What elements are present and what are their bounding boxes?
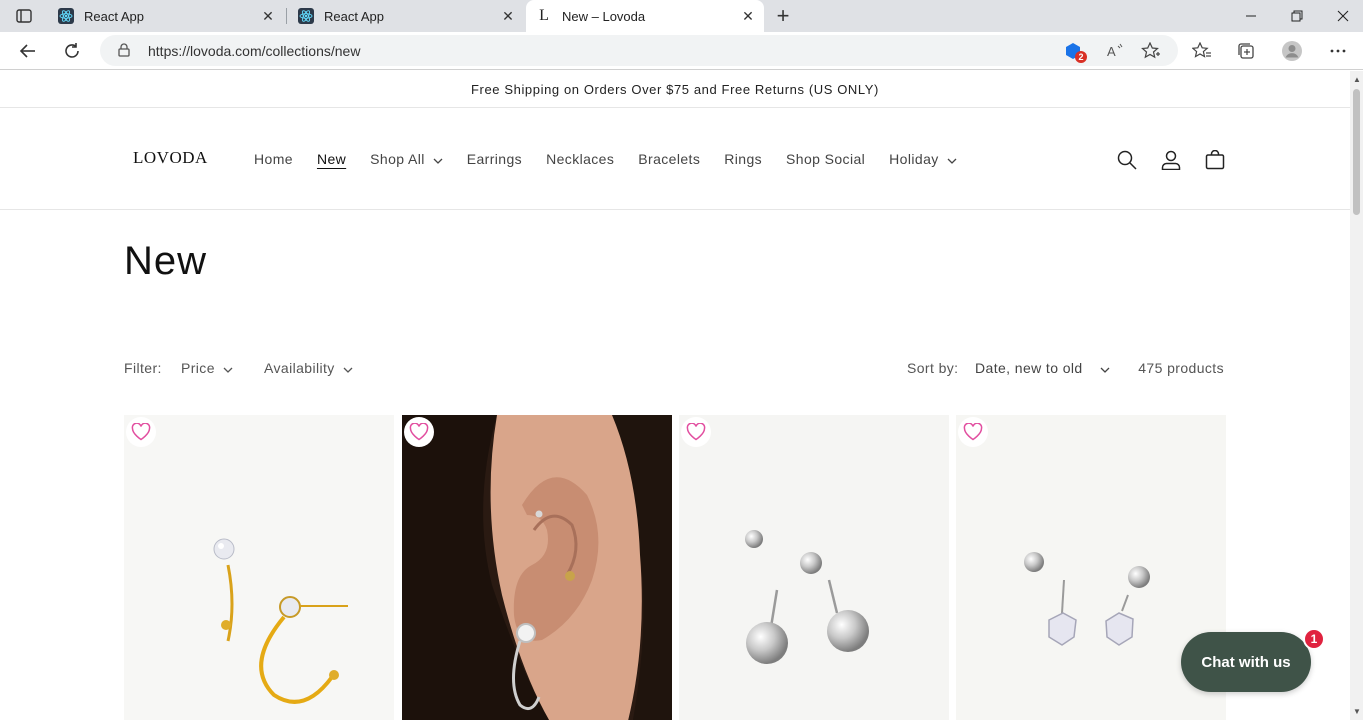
chevron-down-icon: [343, 360, 353, 376]
extension-icon[interactable]: 2: [1062, 40, 1087, 63]
announcement-bar: Free Shipping on Orders Over $75 and Fre…: [0, 71, 1350, 108]
page-title: New: [124, 239, 208, 283]
tab-title: New – Lovoda: [562, 8, 646, 24]
product-image[interactable]: [679, 415, 949, 720]
extension-badge: 2: [1075, 51, 1087, 63]
filter-label: Filter:: [124, 360, 162, 376]
main-nav: Home New Shop All Earrings Necklaces Bra…: [254, 151, 981, 167]
nav-label: Home: [254, 151, 293, 167]
tab-title: React App: [84, 8, 144, 24]
nav-bracelets[interactable]: Bracelets: [638, 151, 700, 167]
site-header: LOVODA Home New Shop All Earrings Neckla…: [0, 108, 1350, 210]
browser-toolbar: https://lovoda.com/collections/new 2 A: [0, 32, 1363, 70]
add-favorite-icon[interactable]: [1140, 40, 1162, 62]
scroll-up-icon[interactable]: ▲: [1353, 75, 1361, 84]
nav-label: Bracelets: [638, 151, 701, 167]
product-card[interactable]: [402, 415, 672, 720]
sort-label: Sort by:: [907, 360, 959, 376]
filter-bar: Filter: Price Availability Sort by: Date…: [124, 359, 1224, 379]
scroll-down-icon[interactable]: ▼: [1353, 707, 1361, 716]
nav-earrings[interactable]: Earrings: [467, 151, 522, 167]
chat-notification-badge: 1: [1303, 628, 1325, 650]
account-icon[interactable]: [1159, 148, 1183, 172]
cart-icon[interactable]: [1203, 148, 1227, 172]
chevron-down-icon: [433, 151, 443, 167]
nav-necklaces[interactable]: Necklaces: [546, 151, 614, 167]
minimize-icon[interactable]: [1241, 6, 1261, 26]
sort-value: Date, new to old: [975, 360, 1083, 376]
browser-tab-2[interactable]: React App ✕: [288, 0, 524, 32]
more-menu-icon[interactable]: [1327, 40, 1349, 62]
nav-label: Earrings: [466, 151, 523, 167]
search-icon[interactable]: [1115, 148, 1139, 172]
svg-text:A: A: [1107, 44, 1116, 59]
restore-icon[interactable]: [1287, 6, 1307, 26]
react-icon: [298, 8, 314, 24]
filter-price[interactable]: Price: [181, 360, 233, 376]
nav-rings[interactable]: Rings: [724, 151, 762, 167]
close-window-icon[interactable]: [1333, 6, 1353, 26]
filter-availability[interactable]: Availability: [264, 360, 353, 376]
favorites-icon[interactable]: [1191, 40, 1213, 62]
refresh-icon[interactable]: [61, 40, 83, 62]
scrollbar-thumb[interactable]: [1353, 89, 1360, 215]
close-tab-icon[interactable]: ✕: [260, 8, 276, 24]
tab-actions-icon[interactable]: [10, 6, 38, 26]
sort-select[interactable]: Date, new to old: [975, 360, 1110, 376]
nav-label: Holiday: [889, 151, 939, 167]
chevron-down-icon: [1100, 360, 1110, 376]
product-image[interactable]: [124, 415, 394, 720]
chevron-down-icon: [947, 151, 957, 167]
lovoda-L-icon: L: [539, 7, 549, 24]
nav-label: Necklaces: [546, 151, 615, 167]
wishlist-heart-icon[interactable]: [958, 417, 988, 447]
tab-divider: [286, 8, 287, 24]
chevron-down-icon: [223, 360, 233, 376]
browser-tab-1[interactable]: React App ✕: [48, 0, 284, 32]
address-bar[interactable]: https://lovoda.com/collections/new 2 A: [100, 35, 1178, 66]
url-text[interactable]: https://lovoda.com/collections/new: [148, 43, 360, 59]
close-tab-icon[interactable]: ✕: [500, 8, 516, 24]
wishlist-heart-icon[interactable]: [681, 417, 711, 447]
nav-label: Shop Social: [786, 151, 866, 167]
filter-price-label: Price: [181, 360, 215, 376]
nav-label: Shop All: [370, 151, 425, 167]
nav-new[interactable]: New: [317, 151, 346, 167]
page-scrollbar[interactable]: ▲ ▼: [1350, 71, 1363, 720]
wishlist-heart-icon[interactable]: [404, 417, 434, 447]
browser-tab-bar: React App ✕ React App ✕ L New – Lovoda ✕…: [0, 0, 1363, 32]
close-tab-icon[interactable]: ✕: [740, 8, 756, 24]
filter-availability-label: Availability: [264, 360, 335, 376]
lock-icon[interactable]: [118, 43, 130, 62]
product-count: 475 products: [1138, 360, 1224, 376]
nav-holiday[interactable]: Holiday: [889, 151, 957, 167]
tab-title: React App: [324, 8, 384, 24]
nav-shop-social[interactable]: Shop Social: [786, 151, 865, 167]
nav-shop-all[interactable]: Shop All: [370, 151, 443, 167]
nav-home[interactable]: Home: [254, 151, 293, 167]
nav-label: New: [316, 151, 347, 167]
chat-with-us-button[interactable]: Chat with us: [1181, 632, 1311, 692]
back-icon[interactable]: [17, 40, 39, 62]
profile-avatar-icon[interactable]: [1281, 40, 1303, 62]
web-page: Free Shipping on Orders Over $75 and Fre…: [0, 71, 1350, 720]
browser-tab-active[interactable]: L New – Lovoda ✕: [526, 0, 764, 32]
product-image[interactable]: [402, 415, 672, 720]
react-icon: [58, 8, 74, 24]
collections-icon[interactable]: [1235, 40, 1257, 62]
site-logo[interactable]: LOVODA: [133, 148, 208, 168]
nav-label: Rings: [724, 151, 763, 167]
wishlist-heart-icon[interactable]: [126, 417, 156, 447]
product-card[interactable]: [124, 415, 394, 720]
product-card[interactable]: [679, 415, 949, 720]
read-aloud-icon[interactable]: A: [1104, 40, 1126, 62]
new-tab-icon[interactable]: +: [772, 3, 794, 28]
